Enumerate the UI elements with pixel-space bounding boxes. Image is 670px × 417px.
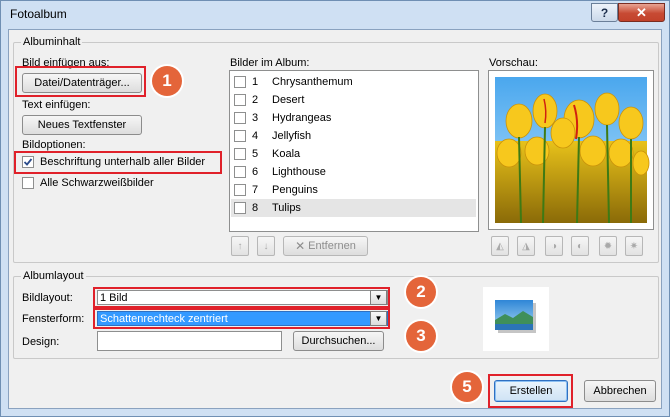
brightness-down-button[interactable]: ✷ <box>625 236 643 256</box>
move-down-button[interactable]: ↓ <box>257 236 275 256</box>
window-title: Fotoalbum <box>10 7 67 21</box>
design-label: Design: <box>22 336 60 348</box>
pictures-in-album-label: Bilder im Album: <box>230 57 310 69</box>
list-item[interactable]: 1 Chrysanthemum <box>231 73 476 91</box>
rotate-left-icon: ◭ <box>496 240 504 252</box>
preview-label: Vorschau: <box>489 57 538 69</box>
remove-button[interactable]: ✕ Entfernen <box>283 236 368 256</box>
create-button[interactable]: Erstellen <box>494 380 568 402</box>
callout-badge-1: 1 <box>152 66 182 96</box>
contrast-up-button[interactable]: ◑ <box>545 236 563 256</box>
picture-layout-label: Bildlayout: <box>22 292 73 304</box>
rotate-right-button[interactable]: ◮ <box>517 236 535 256</box>
tulips-preview-image <box>489 71 653 229</box>
frame-shape-select[interactable]: Schattenrechteck zentriert ▼ <box>97 311 388 326</box>
chevron-down-icon[interactable]: ▼ <box>370 290 387 305</box>
move-up-button[interactable]: ↑ <box>231 236 249 256</box>
album-layout-title: Albumlayout <box>21 270 86 282</box>
frame-shape-value: Schattenrechteck zentriert <box>100 313 228 325</box>
brightness-down-icon: ✷ <box>629 240 639 252</box>
brightness-up-icon: ✹ <box>603 240 613 252</box>
x-icon: ✕ <box>295 239 306 253</box>
layout-preview-thumbnail <box>483 287 549 351</box>
list-item[interactable]: 3 Hydrangeas <box>231 109 476 127</box>
pictures-list: 1 Chrysanthemum 2 Desert 3 Hydrangeas 4 Jell… <box>229 70 479 232</box>
list-item[interactable]: 6 Lighthouse <box>231 163 476 181</box>
captions-label[interactable]: Beschriftung unterhalb aller Bilder <box>40 156 205 168</box>
close-button[interactable]: ✕ <box>618 3 665 22</box>
picture-options-label: Bildoptionen: <box>22 139 86 151</box>
checkmark-icon <box>23 158 33 166</box>
contrast-up-icon: ◑ <box>550 240 558 252</box>
design-input[interactable] <box>97 331 282 351</box>
contrast-down-button[interactable]: ◐ <box>571 236 589 256</box>
rotate-left-button[interactable]: ◭ <box>491 236 509 256</box>
arrow-down-icon: ↓ <box>263 240 269 252</box>
preview-frame <box>488 70 654 230</box>
contrast-down-icon: ◐ <box>576 240 584 252</box>
list-item[interactable]: 4 Jellyfish <box>231 127 476 145</box>
album-content-title: Albuminhalt <box>21 36 83 48</box>
captions-checkbox[interactable] <box>22 156 34 168</box>
black-white-label[interactable]: Alle Schwarzweißbilder <box>40 177 154 189</box>
arrow-up-icon: ↑ <box>237 240 243 252</box>
cancel-button[interactable]: Abbrechen <box>584 380 656 402</box>
chevron-down-icon[interactable]: ▼ <box>370 311 387 326</box>
brightness-up-button[interactable]: ✹ <box>599 236 617 256</box>
landscape-thumbnail-icon <box>495 300 536 333</box>
insert-text-label: Text einfügen: <box>22 99 91 111</box>
remove-button-label: Entfernen <box>308 240 356 252</box>
rotate-right-icon: ◮ <box>522 240 530 252</box>
file-disk-button[interactable]: Datei/Datenträger... <box>22 73 142 93</box>
picture-layout-value: 1 Bild <box>100 292 128 304</box>
frame-shape-label: Fensterform: <box>22 313 85 325</box>
help-button[interactable]: ? <box>591 3 618 22</box>
browse-button[interactable]: Durchsuchen... <box>293 331 384 351</box>
list-item[interactable]: 5 Koala <box>231 145 476 163</box>
list-item-selected[interactable]: 8 Tulips <box>231 199 476 217</box>
new-textbox-button[interactable]: Neues Textfenster <box>22 115 142 135</box>
picture-layout-select[interactable]: 1 Bild ▼ <box>97 290 388 305</box>
callout-badge-3: 3 <box>406 321 436 351</box>
black-white-checkbox[interactable] <box>22 177 34 189</box>
list-item[interactable]: 7 Penguins <box>231 181 476 199</box>
title-bar: Fotoalbum ? ✕ <box>2 2 670 26</box>
list-item[interactable]: 2 Desert <box>231 91 476 109</box>
callout-badge-5: 5 <box>452 372 482 402</box>
callout-badge-2: 2 <box>406 277 436 307</box>
